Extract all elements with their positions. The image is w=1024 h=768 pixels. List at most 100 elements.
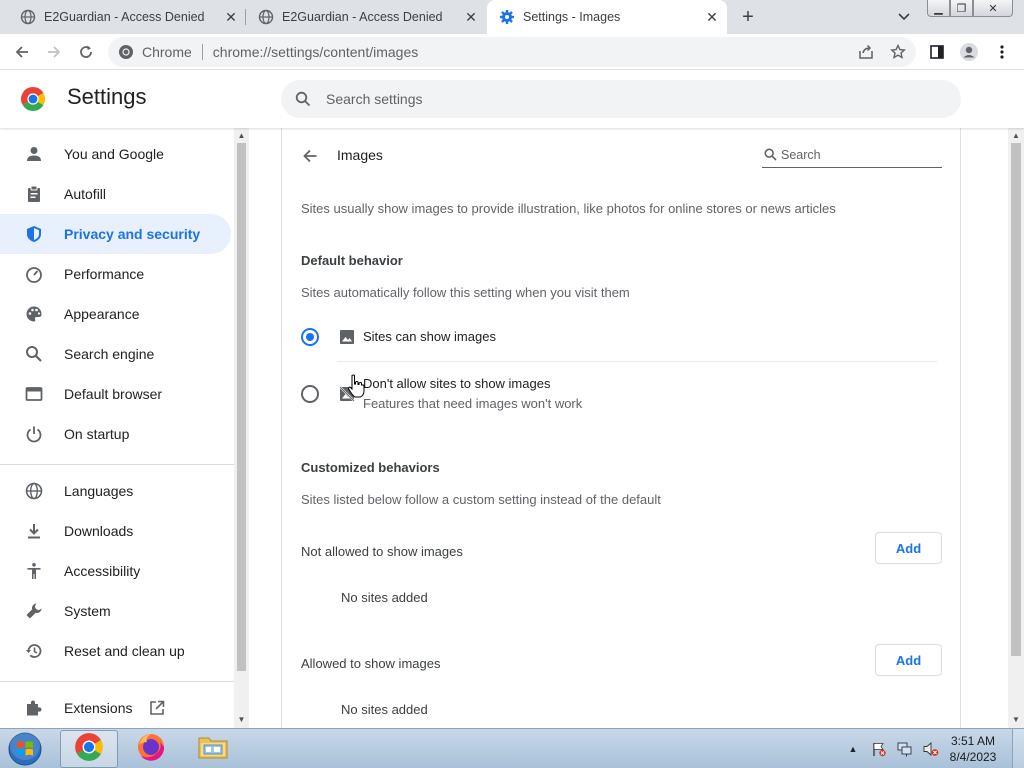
sidebar-item-label: System <box>64 603 111 619</box>
taskbar-firefox-button[interactable] <box>122 730 180 768</box>
radio-dont-allow-images[interactable] <box>301 385 319 403</box>
allowed-empty-text: No sites added <box>341 702 428 717</box>
sidebar-item-autofill[interactable]: Autofill <box>0 174 231 214</box>
not-allowed-list-heading: Not allowed to show images <box>301 544 463 559</box>
page-search-input[interactable]: Search <box>762 142 942 168</box>
sidebar-item-appearance[interactable]: Appearance <box>0 294 231 334</box>
settings-search-input[interactable]: Search settings <box>281 80 961 118</box>
scroll-up-arrow-icon[interactable]: ▲ <box>1008 128 1024 143</box>
main-scrollbar-thumb[interactable] <box>1011 143 1021 656</box>
sidebar-item-system[interactable]: System <box>0 591 231 631</box>
scroll-up-arrow-icon[interactable]: ▲ <box>234 128 249 143</box>
hand-cursor-icon <box>347 374 365 398</box>
taskbar-explorer-button[interactable] <box>184 730 242 768</box>
palette-icon <box>24 304 44 324</box>
address-bar[interactable]: Chrome chrome://settings/content/images <box>108 37 916 67</box>
add-allowed-site-button[interactable]: Add <box>875 644 942 676</box>
forward-button[interactable] <box>40 38 68 66</box>
sidebar-item-default-browser[interactable]: Default browser <box>0 374 231 414</box>
show-desktop-button[interactable] <box>1012 729 1024 768</box>
restore-button[interactable]: ❐ <box>950 0 973 17</box>
power-icon <box>24 424 44 444</box>
chrome-icon <box>118 44 134 60</box>
folder-icon <box>197 733 229 766</box>
option-divider <box>337 361 937 362</box>
minimize-button[interactable]: ▁ <box>927 0 950 17</box>
sidebar-item-privacy-and-security[interactable]: Privacy and security <box>0 214 231 254</box>
show-hidden-icons-arrow-icon[interactable]: ▲ <box>842 738 864 760</box>
close-icon[interactable]: ✕ <box>701 6 723 28</box>
sidebar-item-performance[interactable]: Performance <box>0 254 231 294</box>
start-button[interactable] <box>5 730 45 768</box>
tab-strip: E2Guardian - Access Denied ✕ E2Guardian … <box>0 0 1024 34</box>
sidebar-item-languages[interactable]: Languages <box>0 471 231 511</box>
sidebar-item-accessibility[interactable]: Accessibility <box>0 551 231 591</box>
site-chip: Chrome <box>142 44 192 60</box>
page-title: Images <box>337 147 383 163</box>
allowed-list-heading: Allowed to show images <box>301 656 441 671</box>
tab-title: Settings - Images <box>523 10 621 24</box>
tab-search-chevron-icon[interactable] <box>893 6 915 28</box>
taskbar-clock[interactable]: 3:51 AM 8/4/2023 <box>940 733 1006 765</box>
tab-title: E2Guardian - Access Denied <box>44 10 205 24</box>
tab-1[interactable]: E2Guardian - Access Denied ✕ <box>0 0 246 34</box>
globe-icon <box>258 9 274 25</box>
page-description: Sites usually show images to provide ill… <box>301 201 836 216</box>
puzzle-icon <box>24 698 44 718</box>
sidebar-divider <box>0 681 234 682</box>
profile-avatar-icon[interactable] <box>955 38 983 66</box>
windows-taskbar: ▲ 3:51 AM 8/4/2023 <box>0 728 1024 768</box>
share-icon[interactable] <box>852 38 880 66</box>
browser-window-icon <box>24 384 44 404</box>
scroll-down-arrow-icon[interactable]: ▼ <box>234 712 249 727</box>
search-placeholder: Search settings <box>326 91 423 107</box>
sidebar-item-reset-and-clean-up[interactable]: Reset and clean up <box>0 631 231 671</box>
radio-sites-can-show-images[interactable] <box>301 328 319 346</box>
action-center-flag-icon[interactable] <box>868 738 890 760</box>
option-label[interactable]: Don't allow sites to show images <box>363 376 550 391</box>
accessibility-icon <box>24 561 44 581</box>
side-panel-icon[interactable] <box>923 38 951 66</box>
menu-kebab-icon[interactable] <box>988 38 1016 66</box>
search-icon <box>24 344 44 364</box>
not-allowed-empty-text: No sites added <box>341 590 428 605</box>
reload-button[interactable] <box>72 38 100 66</box>
sidebar-item-you-and-google[interactable]: You and Google <box>0 134 231 174</box>
sidebar-item-label: Accessibility <box>64 563 141 579</box>
search-placeholder: Search <box>781 147 821 162</box>
network-icon[interactable] <box>894 738 916 760</box>
close-window-button[interactable]: ✕ <box>973 0 1013 17</box>
sidebar-item-label: Privacy and security <box>64 226 201 242</box>
new-tab-button[interactable]: + <box>736 5 760 29</box>
globe-icon <box>20 9 36 25</box>
sidebar-item-label: Appearance <box>64 306 140 322</box>
back-button[interactable] <box>8 38 36 66</box>
volume-muted-icon[interactable] <box>920 738 942 760</box>
sidebar-item-search-engine[interactable]: Search engine <box>0 334 231 374</box>
sidebar-item-on-startup[interactable]: On startup <box>0 414 231 454</box>
tab-3-active[interactable]: Settings - Images ✕ <box>487 0 727 34</box>
sidebar-scrollbar-thumb[interactable] <box>237 143 246 671</box>
sidebar-item-downloads[interactable]: Downloads <box>0 511 231 551</box>
sidebar-item-label: Performance <box>64 266 145 282</box>
option-sublabel: Features that need images won't work <box>363 396 583 411</box>
scroll-down-arrow-icon[interactable]: ▼ <box>1008 712 1024 727</box>
search-icon <box>762 147 778 163</box>
taskbar-chrome-button[interactable] <box>60 730 118 768</box>
tab-2[interactable]: E2Guardian - Access Denied ✕ <box>238 0 486 34</box>
chrome-logo-icon <box>20 86 46 112</box>
image-icon <box>338 328 356 346</box>
sidebar-item-label: Downloads <box>64 523 134 539</box>
sidebar-item-extensions[interactable]: Extensions <box>0 688 231 728</box>
sidebar-item-label: You and Google <box>64 146 164 162</box>
add-not-allowed-site-button[interactable]: Add <box>875 532 942 564</box>
close-icon[interactable]: ✕ <box>460 6 482 28</box>
back-arrow-icon[interactable] <box>298 144 322 168</box>
option-label[interactable]: Sites can show images <box>363 329 496 344</box>
sidebar-divider <box>0 464 234 465</box>
clock-date: 8/4/2023 <box>949 750 997 764</box>
chrome-logo-icon <box>74 732 104 767</box>
browser-toolbar: Chrome chrome://settings/content/images <box>0 34 1024 70</box>
bookmark-star-icon[interactable] <box>884 38 912 66</box>
gear-icon <box>499 9 515 25</box>
